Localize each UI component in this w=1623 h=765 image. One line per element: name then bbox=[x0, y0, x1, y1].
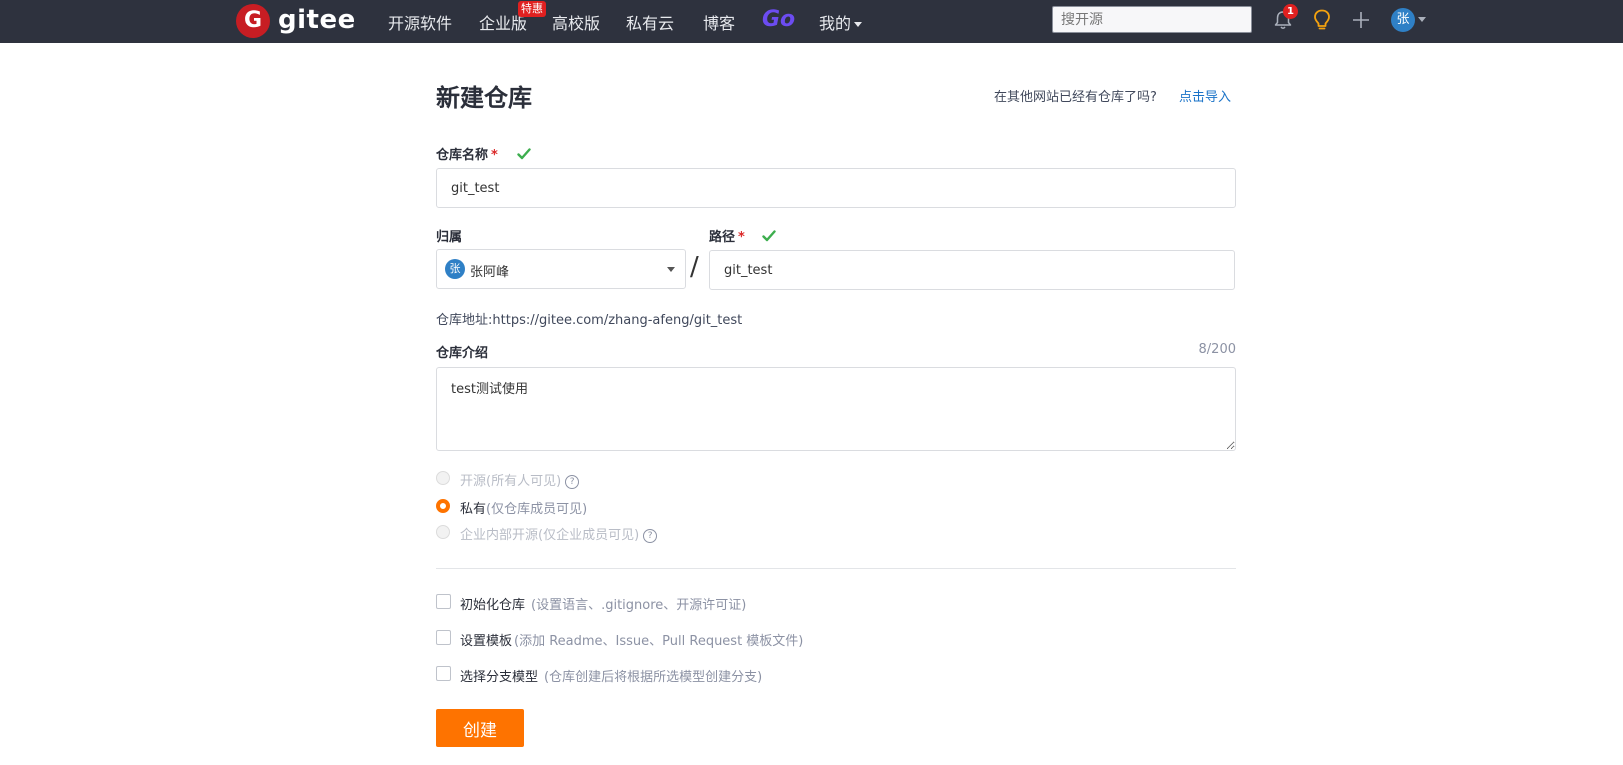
option-branch-model-text: 选择分支模型 (仓库创建后将根据所选模型创建分支) bbox=[460, 666, 762, 685]
visibility-private-note: (仅仓库成员可见) bbox=[486, 502, 588, 517]
option-init-repo-note: (设置语言、.gitignore、开源许可证) bbox=[531, 598, 747, 613]
logo-letter: G bbox=[243, 8, 263, 33]
page-title: 新建仓库 bbox=[436, 84, 532, 112]
visibility-open-source-text: 开源(所有人可见)? bbox=[460, 470, 580, 489]
repo-url: https://gitee.com/zhang-afeng/git_test bbox=[492, 313, 743, 328]
search-input[interactable] bbox=[1052, 6, 1252, 33]
radio-button-selected[interactable] bbox=[436, 499, 450, 513]
avatar-caret-down-icon[interactable] bbox=[1418, 17, 1426, 22]
option-set-template-note: (添加 Readme、Issue、Pull Request 模板文件) bbox=[514, 634, 804, 649]
repo-name-input[interactable] bbox=[436, 168, 1236, 208]
repo-url-line: 仓库地址:https://gitee.com/zhang-afeng/git_t… bbox=[436, 309, 742, 328]
owner-label: 归属 bbox=[436, 230, 463, 245]
plus-icon[interactable] bbox=[1350, 9, 1372, 31]
valid-check-icon bbox=[517, 148, 531, 160]
path-label: 路径 * bbox=[709, 226, 745, 245]
intro-label: 仓库介绍 bbox=[436, 346, 489, 361]
radio-button[interactable] bbox=[436, 525, 450, 539]
checkbox[interactable] bbox=[436, 630, 451, 645]
nav-item-go[interactable]: Go bbox=[762, 7, 795, 32]
logo-text: gitee bbox=[278, 5, 356, 35]
nav-item-open-source[interactable]: 开源软件 bbox=[388, 10, 452, 34]
help-icon[interactable]: ? bbox=[643, 529, 658, 543]
radio-button[interactable] bbox=[436, 471, 450, 485]
path-input[interactable] bbox=[709, 250, 1235, 290]
lightbulb-icon[interactable] bbox=[1311, 8, 1333, 32]
user-avatar[interactable]: 张 bbox=[1391, 8, 1415, 32]
help-icon[interactable]: ? bbox=[565, 475, 580, 489]
required-mark: * bbox=[491, 148, 498, 163]
divider bbox=[436, 568, 1236, 569]
repo-url-prefix: 仓库地址: bbox=[436, 313, 493, 328]
checkbox[interactable] bbox=[436, 594, 451, 609]
nav-item-private-cloud[interactable]: 私有云 bbox=[626, 10, 674, 34]
option-set-template-text: 设置模板 (添加 Readme、Issue、Pull Request 模板文件) bbox=[460, 630, 803, 649]
option-set-template-label: 设置模板 bbox=[460, 634, 513, 649]
create-button[interactable]: 创建 bbox=[436, 709, 524, 747]
valid-check-icon bbox=[762, 230, 776, 242]
option-init-repo-label: 初始化仓库 bbox=[460, 598, 526, 613]
visibility-private-label: 私有 bbox=[460, 502, 487, 517]
option-branch-model-label: 选择分支模型 bbox=[460, 670, 539, 685]
import-question: 在其他网站已经有仓库了吗? bbox=[994, 90, 1157, 105]
nav-item-university[interactable]: 高校版 bbox=[552, 10, 600, 34]
owner-select[interactable]: 张 张阿峰 bbox=[436, 249, 686, 289]
intro-char-counter: 8/200 bbox=[1198, 342, 1236, 357]
notification-count-badge: 1 bbox=[1283, 4, 1298, 19]
intro-textarea[interactable]: test测试使用 bbox=[436, 367, 1236, 451]
caret-down-icon bbox=[854, 22, 863, 27]
visibility-enterprise-text: 企业内部开源(仅企业成员可见)? bbox=[460, 524, 658, 543]
top-navbar: G gitee 开源软件 企业版 特惠 高校版 私有云 博客 Go 我的 1 张 bbox=[0, 0, 1623, 43]
nav-item-mine[interactable]: 我的 bbox=[819, 10, 863, 34]
option-init-repo-text: 初始化仓库 (设置语言、.gitignore、开源许可证) bbox=[460, 594, 746, 613]
visibility-enterprise-label: 企业内部开源 bbox=[460, 528, 539, 543]
path-separator: / bbox=[690, 252, 699, 282]
nav-item-mine-label: 我的 bbox=[819, 14, 852, 33]
owner-avatar: 张 bbox=[445, 259, 465, 279]
gitee-logo[interactable]: G gitee bbox=[236, 4, 355, 38]
checkbox[interactable] bbox=[436, 666, 451, 681]
caret-down-icon bbox=[667, 267, 675, 272]
required-mark: * bbox=[738, 230, 745, 245]
repo-name-label-text: 仓库名称 bbox=[436, 148, 489, 163]
visibility-open-source-note: (所有人可见) bbox=[486, 474, 562, 489]
import-link[interactable]: 点击导入 bbox=[1179, 86, 1231, 105]
visibility-open-source-label: 开源 bbox=[460, 474, 487, 489]
visibility-enterprise-note: (仅企业成员可见) bbox=[538, 528, 640, 543]
repo-name-label: 仓库名称 * bbox=[436, 144, 498, 163]
visibility-private-text: 私有(仅仓库成员可见) bbox=[460, 498, 587, 517]
path-label-text: 路径 bbox=[709, 230, 736, 245]
nav-item-blog[interactable]: 博客 bbox=[703, 10, 735, 34]
special-offer-badge: 特惠 bbox=[518, 1, 546, 17]
option-branch-model-note: (仓库创建后将根据所选模型创建分支) bbox=[544, 670, 763, 685]
owner-name: 张阿峰 bbox=[470, 265, 510, 280]
